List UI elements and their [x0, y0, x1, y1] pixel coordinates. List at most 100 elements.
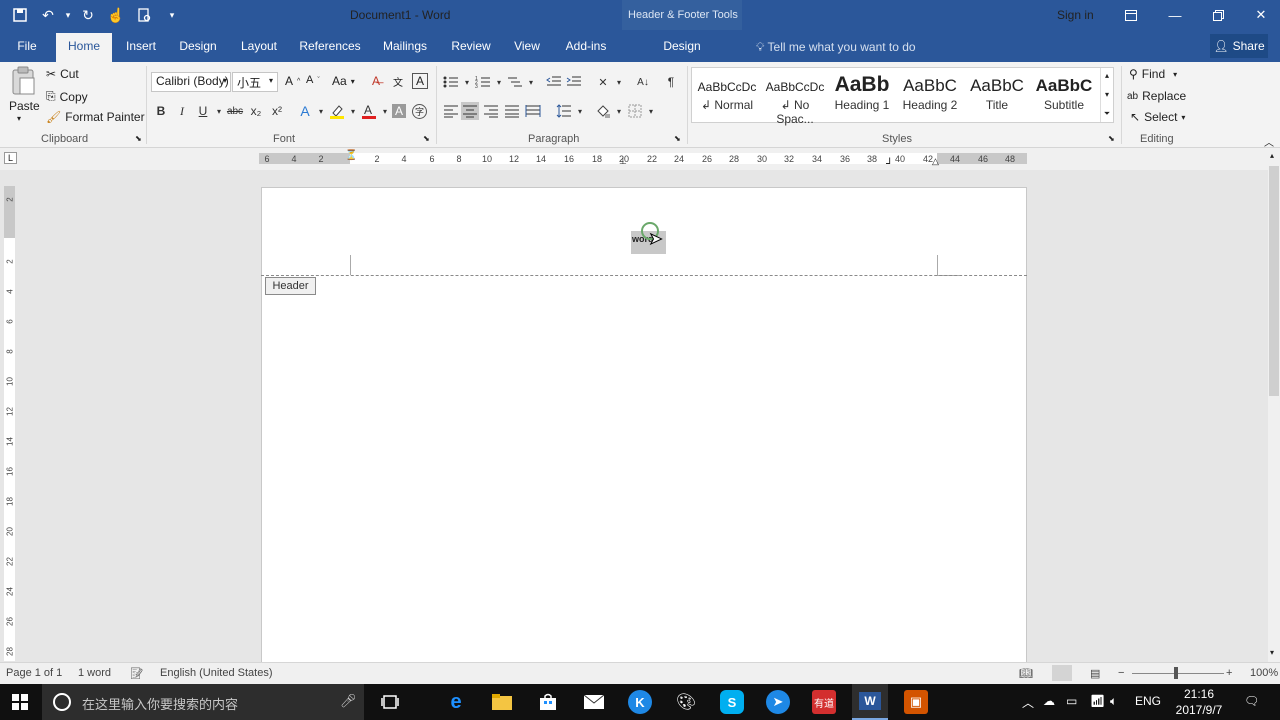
style-normal[interactable]: AaBbCcDc ↲ Normal — [693, 68, 761, 122]
right-indent-marker[interactable]: △ — [932, 156, 939, 167]
clear-formatting-icon[interactable]: A̶ — [372, 74, 380, 88]
zoom-slider[interactable] — [1132, 673, 1224, 674]
sign-in-link[interactable]: Sign in — [1057, 8, 1094, 22]
font-launcher-icon[interactable]: ⬊ — [423, 134, 430, 143]
share-button[interactable]: 👤︎ Share — [1210, 34, 1268, 58]
font-family-dropdown-icon[interactable]: ▾ — [223, 76, 227, 85]
undo-dropdown-icon[interactable]: ▾ — [64, 3, 72, 27]
enclose-icon[interactable]: 字 — [412, 104, 427, 119]
superscript-button[interactable]: x² — [268, 102, 286, 120]
line-spacing-dropdown-icon[interactable]: ▾ — [571, 102, 589, 120]
styles-launcher-icon[interactable]: ⬊ — [1108, 134, 1115, 143]
grow-font-icon[interactable]: A ^ — [285, 74, 300, 88]
read-mode-icon[interactable]: 📖︎ — [1019, 667, 1033, 680]
tab-review[interactable]: Review — [448, 30, 494, 62]
tab-file[interactable]: File — [8, 30, 46, 62]
proofing-icon[interactable]: 📝︎ — [130, 667, 144, 680]
youdao-icon[interactable]: 有道 — [812, 690, 836, 714]
style-heading-2[interactable]: AaBbC Heading 2 — [896, 68, 964, 122]
enclose-characters-icon[interactable]: A — [412, 73, 428, 89]
first-line-indent-marker[interactable]: ⏳ — [345, 150, 357, 161]
select-button[interactable]: ↖ Select ▾ — [1130, 110, 1185, 124]
paragraph-launcher-icon[interactable]: ⬊ — [674, 134, 681, 143]
align-right-icon[interactable] — [482, 102, 500, 120]
tab-add-ins[interactable]: Add-ins — [560, 30, 612, 62]
redo-icon[interactable]: ↻ — [76, 3, 100, 27]
copy-button[interactable]: ⎘ Copy — [46, 89, 88, 104]
system-clock[interactable]: 21:16 2017/9/7 — [1165, 686, 1233, 718]
clipboard-launcher-icon[interactable]: ⬊ — [135, 134, 142, 143]
document-page[interactable] — [261, 187, 1027, 663]
phonetic-guide-icon[interactable]: 文 — [393, 74, 403, 89]
input-language[interactable]: ENG — [1135, 694, 1161, 708]
tab-selector[interactable]: L — [4, 152, 17, 164]
more-styles-icon[interactable]: ⏷ — [1104, 109, 1110, 119]
show-hidden-icons[interactable]: ︿ — [1022, 694, 1034, 711]
paste-label[interactable]: Paste — [9, 99, 40, 113]
ribbon-display-icon[interactable] — [1109, 0, 1153, 30]
onedrive-icon[interactable]: ☁ — [1043, 694, 1055, 708]
language-indicator[interactable]: English (United States) — [160, 667, 273, 679]
kugou-icon[interactable]: K — [628, 690, 652, 714]
justify-icon[interactable] — [503, 102, 521, 120]
store-icon[interactable] — [536, 690, 560, 714]
windows-start-icon[interactable] — [8, 690, 32, 714]
align-center-icon[interactable] — [461, 102, 479, 120]
tab-references[interactable]: References — [298, 30, 362, 62]
volume-icon[interactable]: 🔈︎ — [1110, 694, 1117, 709]
zoom-level[interactable]: 100% — [1250, 667, 1278, 679]
right-tab-marker[interactable]: ⅃ — [886, 156, 891, 167]
character-shading-icon[interactable]: A — [392, 104, 406, 118]
zoom-in-icon[interactable]: + — [1226, 667, 1232, 679]
close-icon[interactable]: ✕ — [1239, 0, 1280, 30]
tab-insert[interactable]: Insert — [120, 30, 162, 62]
strikethrough-button[interactable]: abc — [226, 102, 244, 120]
task-view-icon[interactable] — [378, 690, 402, 714]
restore-icon[interactable] — [1196, 0, 1240, 30]
style-no-spacing[interactable]: AaBbCcDc ↲ No Spac... — [761, 68, 829, 126]
show-hide-icon[interactable]: ¶ — [662, 73, 680, 91]
find-button[interactable]: ⚲ Find ▾ — [1129, 67, 1177, 81]
cut-button[interactable]: ✂ Cut — [46, 67, 79, 81]
distributed-icon[interactable] — [524, 102, 542, 120]
align-left-icon[interactable] — [442, 102, 460, 120]
sort-icon[interactable]: A↓ — [634, 73, 652, 91]
collapse-ribbon-icon[interactable]: ︿ — [1264, 134, 1274, 149]
print-layout-icon[interactable] — [1052, 665, 1072, 681]
word-count[interactable]: 1 word — [78, 667, 111, 679]
scroll-down-icon[interactable]: ▾ — [1105, 90, 1109, 99]
font-family-select[interactable]: Calibri (Body) — [151, 72, 231, 92]
customize-qat-icon[interactable]: ▾ — [160, 3, 184, 27]
web-layout-icon[interactable]: ▤ — [1090, 667, 1100, 680]
app-icon[interactable]: ▣ — [904, 690, 928, 714]
subscript-button[interactable]: x₂ — [247, 102, 265, 120]
shrink-font-icon[interactable]: Aˇ — [306, 74, 320, 86]
taskbar-search-box[interactable]: 在这里输入你要搜索的内容 🎤︎ — [42, 684, 364, 720]
word-icon[interactable]: W — [852, 684, 888, 720]
file-explorer-icon[interactable] — [490, 690, 514, 714]
skype-icon[interactable]: S — [720, 690, 744, 714]
style-subtitle[interactable]: AaBbC Subtitle — [1031, 68, 1097, 122]
zoom-slider-thumb[interactable] — [1174, 667, 1178, 679]
minimize-icon[interactable]: — — [1153, 0, 1197, 30]
italic-button[interactable]: I — [173, 102, 191, 120]
scroll-up-arrow-icon[interactable]: ▴ — [1270, 151, 1274, 160]
wifi-icon[interactable]: 📶︎ — [1090, 694, 1105, 708]
format-painter-button[interactable]: 🖌︎ Format Painter — [46, 110, 145, 124]
microphone-icon[interactable]: 🎤︎ — [340, 693, 357, 709]
browser-icon[interactable]: ➤ — [766, 690, 790, 714]
print-preview-icon[interactable] — [132, 3, 156, 27]
touch-mode-icon[interactable]: ☝ — [104, 3, 128, 27]
replace-button[interactable]: ab Replace — [1127, 89, 1186, 103]
tell-me-box[interactable]: 💡︎ Tell me what you want to do — [756, 40, 916, 55]
style-heading-1[interactable]: AaBb Heading 1 — [828, 68, 896, 122]
tab-header-footer-design[interactable]: Design — [640, 30, 724, 62]
save-icon[interactable] — [8, 3, 32, 27]
borders-dropdown-icon[interactable]: ▾ — [642, 102, 660, 120]
edge-icon[interactable]: e — [444, 690, 468, 714]
action-center-icon[interactable]: 🗨︎ — [1244, 694, 1259, 708]
paste-button[interactable] — [8, 66, 38, 96]
change-case-button[interactable]: Aa ▾ — [332, 74, 355, 88]
increase-indent-icon[interactable] — [565, 73, 583, 91]
battery-icon[interactable]: ▭ — [1066, 694, 1077, 708]
